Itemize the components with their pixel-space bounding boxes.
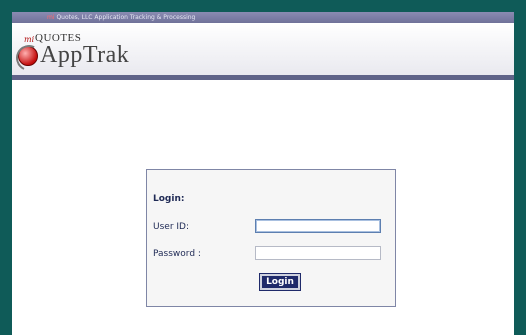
login-title: Login:: [153, 194, 185, 204]
logo-circle-icon: [18, 46, 38, 66]
user-id-input[interactable]: [255, 219, 381, 233]
logo-apptrak: AppTrak: [40, 42, 130, 68]
password-input[interactable]: [255, 246, 381, 260]
top-banner-title: Quotes, LLC Application Tracking & Proce…: [56, 14, 196, 21]
top-banner-brand: mi: [47, 14, 55, 21]
top-banner: mi Quotes, LLC Application Tracking & Pr…: [12, 12, 514, 23]
app-frame: mi Quotes, LLC Application Tracking & Pr…: [12, 12, 514, 335]
password-label: Password :: [153, 249, 201, 259]
app-header: mi QUOTES AppTrak: [12, 23, 514, 80]
login-panel: Login: User ID: Password : Login: [146, 169, 396, 307]
login-button[interactable]: Login: [259, 273, 301, 291]
user-id-label: User ID:: [153, 222, 189, 232]
logo-mi: mi: [24, 35, 35, 44]
